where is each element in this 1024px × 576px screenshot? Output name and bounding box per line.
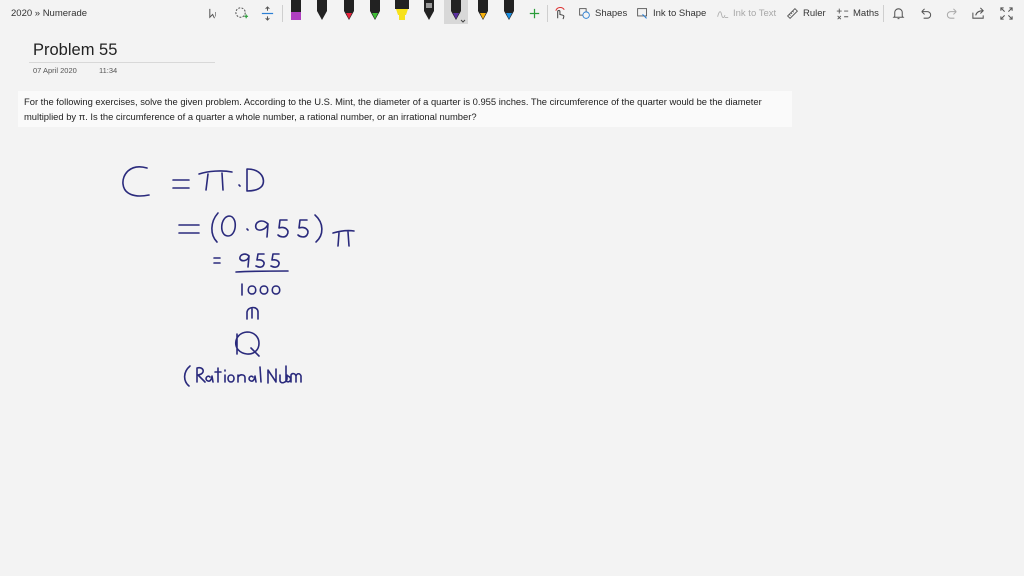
ink-equals — [172, 179, 190, 189]
title-divider — [29, 62, 215, 63]
ink-nine — [254, 220, 269, 238]
bell-icon[interactable] — [888, 4, 908, 23]
fullscreen-icon[interactable] — [996, 4, 1016, 23]
ink-to-shape-label: Ink to Shape — [653, 8, 707, 19]
ink-dot — [246, 228, 249, 231]
ink-text-b — [285, 365, 292, 383]
ink-five — [255, 253, 265, 268]
ink-element-of — [246, 306, 259, 320]
pen-red[interactable] — [341, 0, 357, 24]
ink-d — [246, 168, 265, 192]
lasso-plus-icon[interactable] — [231, 4, 251, 23]
ink-replay-icon[interactable] — [550, 4, 570, 23]
maths-label: Maths — [853, 8, 879, 19]
ink-text-rational — [196, 366, 262, 383]
maths-button[interactable]: Maths — [836, 5, 879, 22]
svg-text:I: I — [214, 11, 216, 18]
ink-zero — [259, 285, 269, 295]
pen-purple-selected[interactable] — [444, 0, 468, 24]
handwritten-ink-canvas — [122, 166, 355, 387]
pen-blue[interactable] — [501, 0, 517, 24]
pen-green[interactable] — [367, 0, 383, 24]
toolbar-divider — [883, 5, 884, 22]
problem-text-block[interactable]: For the following exercises, solve the g… — [18, 91, 792, 127]
ink-text-numb — [267, 368, 302, 384]
ink-to-text-icon — [717, 11, 729, 19]
maths-icon — [836, 8, 849, 20]
problem-text-line: multiplied by π. Is the circumference of… — [24, 110, 477, 122]
pen-black[interactable] — [314, 0, 330, 24]
ink-five — [277, 219, 289, 238]
ink-rationals-q — [234, 331, 260, 357]
highlighter-yellow[interactable] — [394, 0, 410, 24]
ruler-button[interactable]: Ruler — [786, 5, 826, 22]
ruler-icon — [786, 7, 799, 20]
lasso-select-icon[interactable]: I — [204, 4, 224, 23]
add-space-icon[interactable] — [257, 4, 277, 23]
ink-pi — [332, 229, 355, 247]
ink-to-shape-button[interactable]: Ink to Shape — [636, 5, 706, 22]
problem-text-line: For the following exercises, solve the g… — [24, 96, 762, 107]
redo-icon[interactable] — [942, 4, 962, 23]
page-title[interactable]: Problem 55 — [33, 41, 117, 60]
undo-icon[interactable] — [915, 4, 935, 23]
ink-paren-open — [183, 365, 191, 387]
share-icon[interactable] — [968, 4, 988, 23]
ink-five — [297, 219, 309, 238]
ink-c — [122, 166, 150, 197]
pen-grey[interactable] — [421, 0, 437, 24]
pen-orange[interactable] — [475, 0, 491, 24]
ink-zero — [247, 285, 257, 295]
ink-paren-open — [211, 212, 219, 243]
shapes-label: Shapes — [595, 8, 628, 19]
ink-fraction-bar — [235, 270, 289, 273]
ink-to-shape-icon — [637, 8, 648, 19]
ink-zero — [220, 215, 237, 237]
ink-to-text-label: Ink to Text — [733, 8, 777, 19]
page-time: 11:34 — [99, 66, 118, 75]
toolbar-divider — [547, 5, 548, 22]
pen-purple-highlight[interactable] — [288, 0, 304, 24]
ink-dot — [238, 184, 241, 187]
ink-equals — [213, 257, 221, 264]
ink-zero — [271, 285, 281, 295]
ink-nine — [239, 253, 250, 268]
add-pen-icon[interactable] — [524, 4, 544, 23]
ink-pi — [198, 170, 233, 191]
ink-equals — [178, 224, 200, 234]
ribbon-toolbar: 2020 » Numerade I Shapes Ink to Shape In… — [0, 0, 1024, 27]
shapes-button[interactable]: Shapes — [578, 5, 627, 22]
ink-five — [270, 253, 280, 268]
breadcrumb[interactable]: 2020 » Numerade — [11, 8, 87, 19]
ink-to-text-button[interactable]: Ink to Text — [716, 5, 776, 22]
shapes-icon — [579, 8, 590, 19]
toolbar-divider — [282, 5, 283, 22]
ink-paren-close — [314, 214, 323, 243]
page-date: 07 April 2020 — [33, 66, 77, 75]
ruler-label: Ruler — [803, 8, 826, 19]
